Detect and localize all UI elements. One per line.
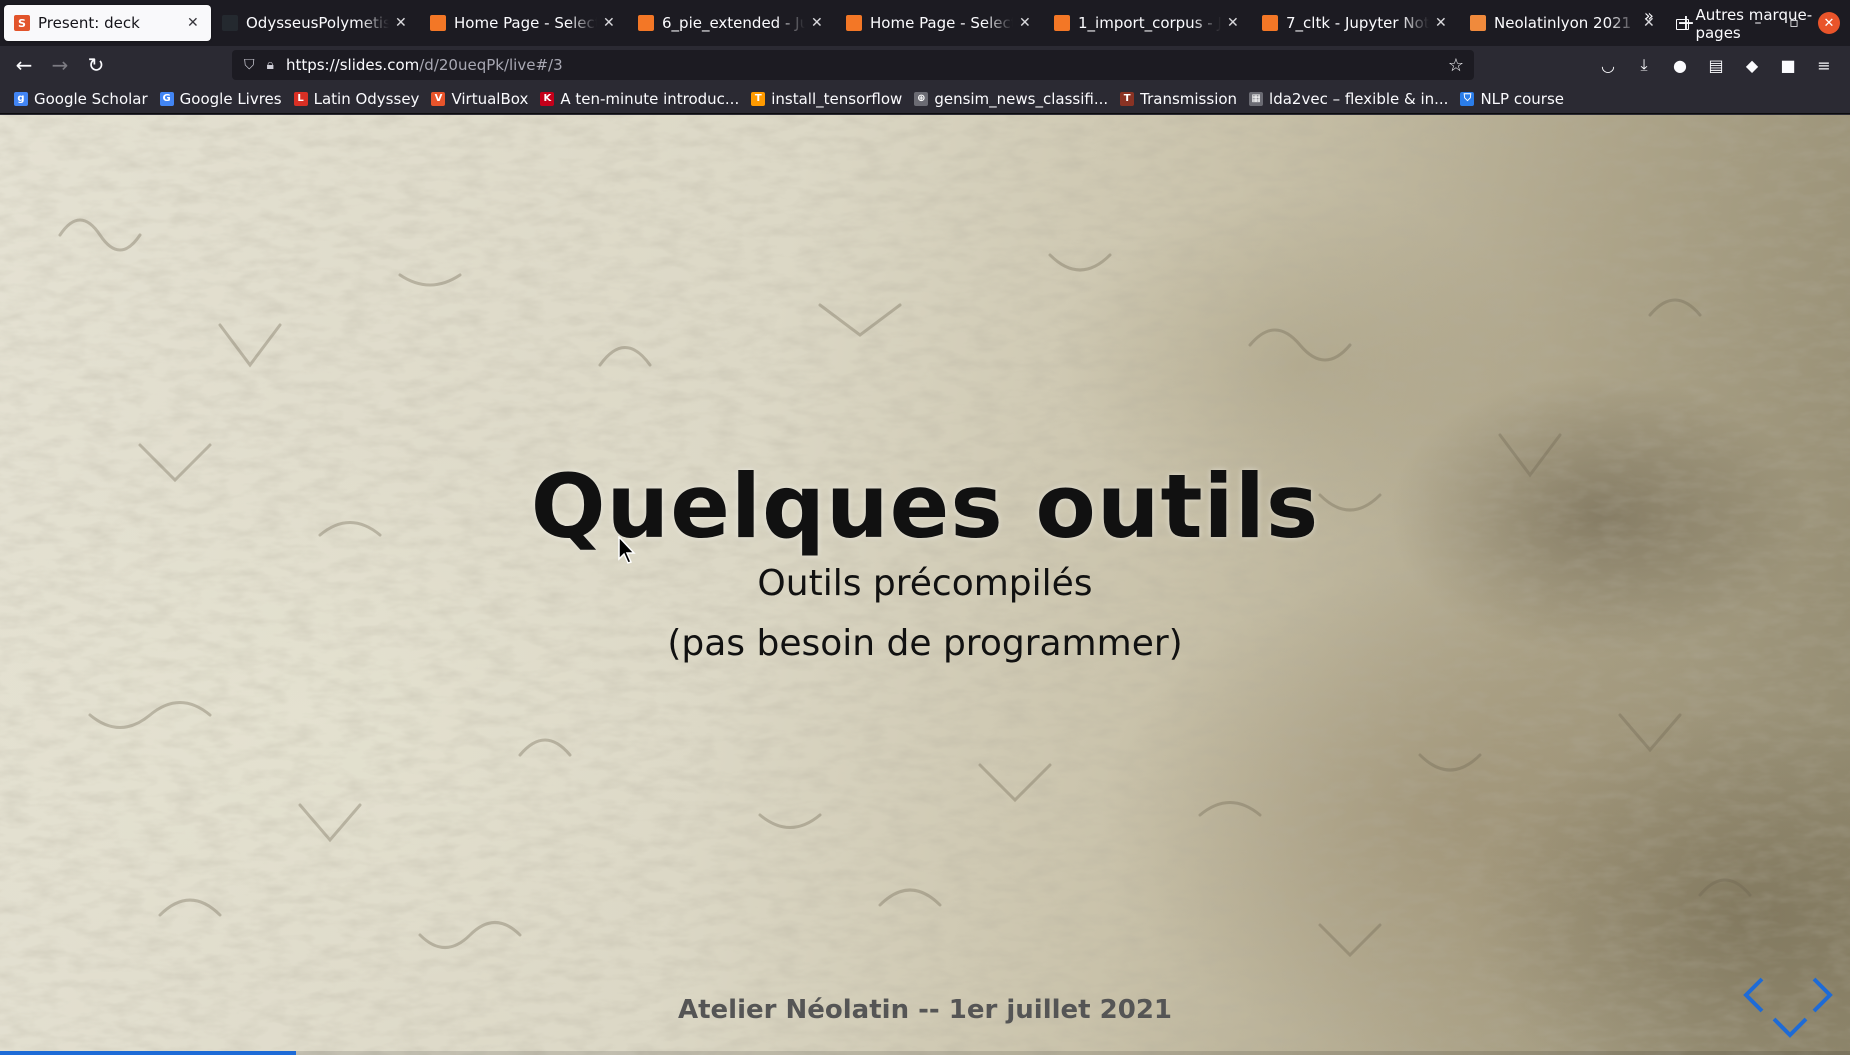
bookmark-item[interactable]: Tinstall_tensorflow — [751, 90, 902, 108]
bookmark-label: Transmission — [1140, 89, 1238, 108]
bookmark-item[interactable]: L Latin Odyssey — [293, 89, 420, 108]
extension-icon-3[interactable]: ■ — [1770, 56, 1806, 75]
tab-close-icon[interactable]: ✕ — [395, 15, 409, 31]
tab-title: Home Page - Select or — [870, 14, 1013, 32]
lock-icon[interactable]: 🔒︎ — [267, 57, 274, 73]
bookmark-favicon-icon: V — [431, 91, 446, 106]
presentation-slide[interactable]: Quelques outils Outils précompilés (pas … — [0, 115, 1850, 1055]
slide-progress-bar — [0, 1051, 1850, 1055]
tab-favicon-icon — [430, 15, 446, 31]
down-slide-chevron-down-icon[interactable] — [1770, 1015, 1810, 1039]
bookmark-favicon-icon: ⊕ — [914, 91, 929, 106]
other-bookmarks[interactable]: Autres marque-pages — [1676, 6, 1850, 42]
tab-title: 1_import_corpus - Jupy — [1078, 14, 1221, 32]
tab-title: 6_pie_extended - Jupy — [662, 14, 805, 32]
bookmark-favicon-icon: T — [1120, 91, 1135, 106]
browser-tab[interactable]: Home Page - Select or ✕ — [420, 5, 627, 41]
browser-tab[interactable]: Neolatinlyon 2021 - éc✕ — [1460, 5, 1667, 41]
extension-icon-2[interactable]: ◆ — [1734, 56, 1770, 75]
downloads-icon[interactable]: ⤓ — [1626, 55, 1662, 75]
slide-subtitle-note: (pas besoin de programmer) — [667, 623, 1183, 664]
bookmark-favicon-icon: ▦ — [1249, 91, 1264, 106]
navigation-bar: ← → ↻ ⛉ 🔒︎ https://slides.com/d/20ueqPk/… — [0, 46, 1850, 84]
tab-close-icon[interactable]: ✕ — [1435, 15, 1449, 31]
bookmark-label: lda2vec – flexible & in... — [1269, 89, 1449, 108]
back-button[interactable]: ← — [6, 49, 42, 81]
bookmark-label: gensim_news_classifi... — [934, 89, 1109, 108]
tab-close-icon[interactable]: ✕ — [1227, 15, 1241, 31]
bookmark-item[interactable]: ⊕ gensim_news_classifi... — [914, 90, 1108, 108]
tab-favicon-icon — [1054, 15, 1070, 31]
browser-tab[interactable]: 1_import_corpus - Jupy ✕ — [1044, 5, 1251, 41]
prev-slide-chevron-left-icon[interactable] — [1740, 975, 1766, 1015]
tab-close-icon[interactable]: ✕ — [187, 15, 201, 31]
tracking-shield-icon[interactable]: ⛉ — [244, 57, 255, 73]
bookmark-item[interactable]: G Google Livres — [159, 89, 282, 108]
tab-favicon-icon: S — [14, 15, 30, 31]
url-path: /d/20ueqPk/live#/3 — [419, 56, 563, 74]
extension-icon[interactable]: ● — [1662, 56, 1698, 75]
mouse-cursor-icon — [618, 536, 636, 564]
tab-title: Neolatinlyon 2021 - éc — [1494, 14, 1637, 32]
browser-tab[interactable]: 6_pie_extended - Jupy ✕ — [628, 5, 835, 41]
bookmark-label: Latin Odyssey — [313, 89, 420, 108]
browser-tab[interactable]: OdysseusPolymetis/ne ✕ — [212, 5, 419, 41]
tab-close-icon[interactable]: ✕ — [1019, 15, 1033, 31]
tab-strip: SPresent: deck✕OdysseusPolymetis/ne✕Home… — [0, 0, 1850, 46]
next-slide-chevron-right-icon[interactable] — [1810, 975, 1836, 1015]
tab-close-icon[interactable]: ✕ — [811, 15, 825, 31]
slide-progress-fill — [0, 1051, 296, 1055]
menu-icon[interactable]: ≡ — [1806, 56, 1842, 75]
browser-tab[interactable]: Home Page - Select or ✕ — [836, 5, 1043, 41]
bookmarks-overflow-icon[interactable]: » — [1644, 6, 1654, 25]
reload-button[interactable]: ↻ — [78, 49, 114, 81]
toolbar-extensions: ◡ ⤓ ● ▤ ◆ ■ ≡ — [1590, 46, 1842, 84]
bookmark-item[interactable]: ⛉ NLP course — [1460, 90, 1564, 108]
other-bookmarks-label: Autres marque-pages — [1695, 6, 1813, 42]
bookmark-item[interactable]: ▦ lda2vec – flexible & in... — [1249, 90, 1448, 108]
slide-subtitle: Outils précompilés — [757, 563, 1093, 604]
bookmark-favicon-icon: K — [540, 91, 555, 106]
pocket-icon[interactable]: ◡ — [1590, 56, 1626, 75]
tab-favicon-icon — [222, 15, 238, 31]
tab-favicon-icon — [638, 15, 654, 31]
tab-close-icon[interactable]: ✕ — [603, 15, 617, 31]
slide-footer: Atelier Néolatin -- 1er juillet 2021 — [678, 995, 1172, 1025]
bookmark-item[interactable]: V VirtualBox — [431, 90, 528, 108]
url-host: https://slides.com — [285, 56, 420, 74]
bookmark-favicon-icon: L — [293, 91, 308, 106]
bookmark-item[interactable]: T Transmission — [1120, 90, 1237, 108]
tab-favicon-icon — [846, 15, 862, 31]
folder-icon — [1676, 18, 1690, 30]
bookmark-label: NLP course — [1480, 89, 1564, 108]
tab-title: OdysseusPolymetis/ne — [246, 14, 389, 32]
bookmark-label: VirtualBox — [451, 89, 529, 108]
bookmark-favicon-icon: T — [751, 91, 766, 106]
bookmark-item[interactable]: g Google Scholar — [14, 90, 148, 108]
reader-icon[interactable]: ▤ — [1698, 56, 1734, 75]
slide-title: Quelques outils — [530, 455, 1320, 558]
tab-title: Home Page - Select or — [454, 14, 597, 32]
browser-tab[interactable]: 7_cltk - Jupyter Noteb ✕ — [1252, 5, 1459, 41]
bookmark-favicon-icon: ⛉ — [1460, 91, 1475, 106]
bookmark-star-icon[interactable]: ☆ — [1448, 55, 1464, 76]
bookmark-favicon-icon: g — [14, 91, 28, 106]
bookmark-label: A ten-minute introduc... — [560, 89, 740, 108]
bookmark-item[interactable]: K A ten-minute introduc... — [540, 90, 739, 108]
tab-favicon-icon — [1470, 15, 1486, 31]
bookmark-label: Google Scholar — [34, 89, 148, 108]
bookmarks-bar: g Google Scholar G Google Livres L Latin Odys… — [0, 84, 1850, 114]
bookmark-label: install_tensorflow — [771, 89, 903, 108]
tab-title: 7_cltk - Jupyter Noteb — [1286, 14, 1429, 32]
bookmark-label: Google Livres — [179, 89, 282, 108]
tab-favicon-icon — [1262, 15, 1278, 31]
forward-button[interactable]: → — [42, 49, 78, 81]
address-bar[interactable]: ⛉ 🔒︎ https://slides.com/d/20ueqPk/live#/… — [232, 50, 1474, 80]
tab-title: Present: deck — [38, 14, 140, 32]
browser-tab[interactable]: S Present: deck ✕ — [4, 5, 211, 41]
bookmark-favicon-icon: G — [159, 91, 174, 106]
